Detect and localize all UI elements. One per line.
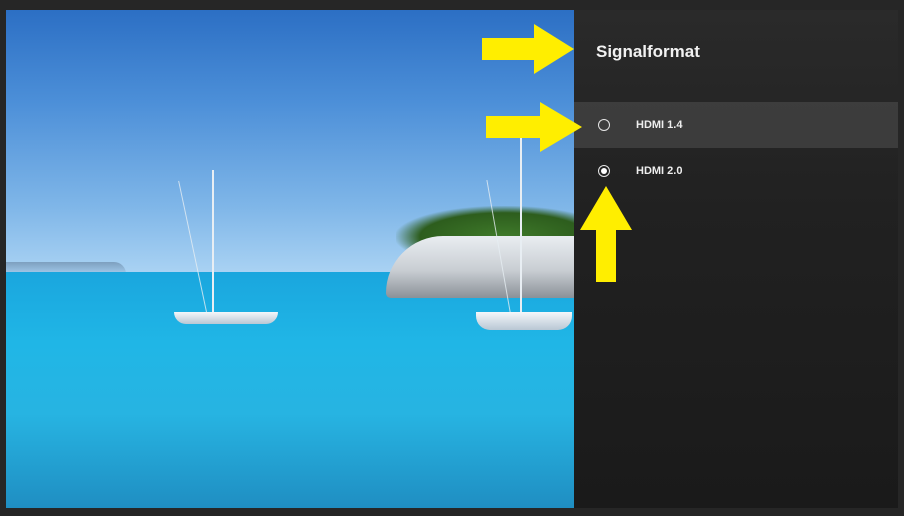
radio-checked-icon [598,165,610,177]
sailboat-right-hull [476,312,572,330]
sailboat-left-rigging [178,180,207,313]
sailboat-left-hull [174,312,278,324]
background-wallpaper [6,10,576,508]
option-label: HDMI 1.4 [636,119,683,131]
sailboat-left [166,170,286,324]
arrow-right-icon [486,102,582,152]
sailboat-right-mast [520,138,522,314]
arrow-right-icon [482,24,574,74]
radio-unchecked-icon [598,119,610,131]
sailboat-left-mast [212,170,214,312]
sailboat-right-rigging [486,179,511,315]
option-hdmi-1-4[interactable]: HDMI 1.4 [574,102,898,148]
arrow-up-icon [580,186,632,282]
option-label: HDMI 2.0 [636,165,683,177]
tv-screen: Signalformat HDMI 1.4 HDMI 2.0 [6,10,898,508]
photo-frame: Signalformat HDMI 1.4 HDMI 2.0 [0,0,904,516]
panel-title: Signalformat [596,42,700,61]
sailboat-right [476,138,572,330]
